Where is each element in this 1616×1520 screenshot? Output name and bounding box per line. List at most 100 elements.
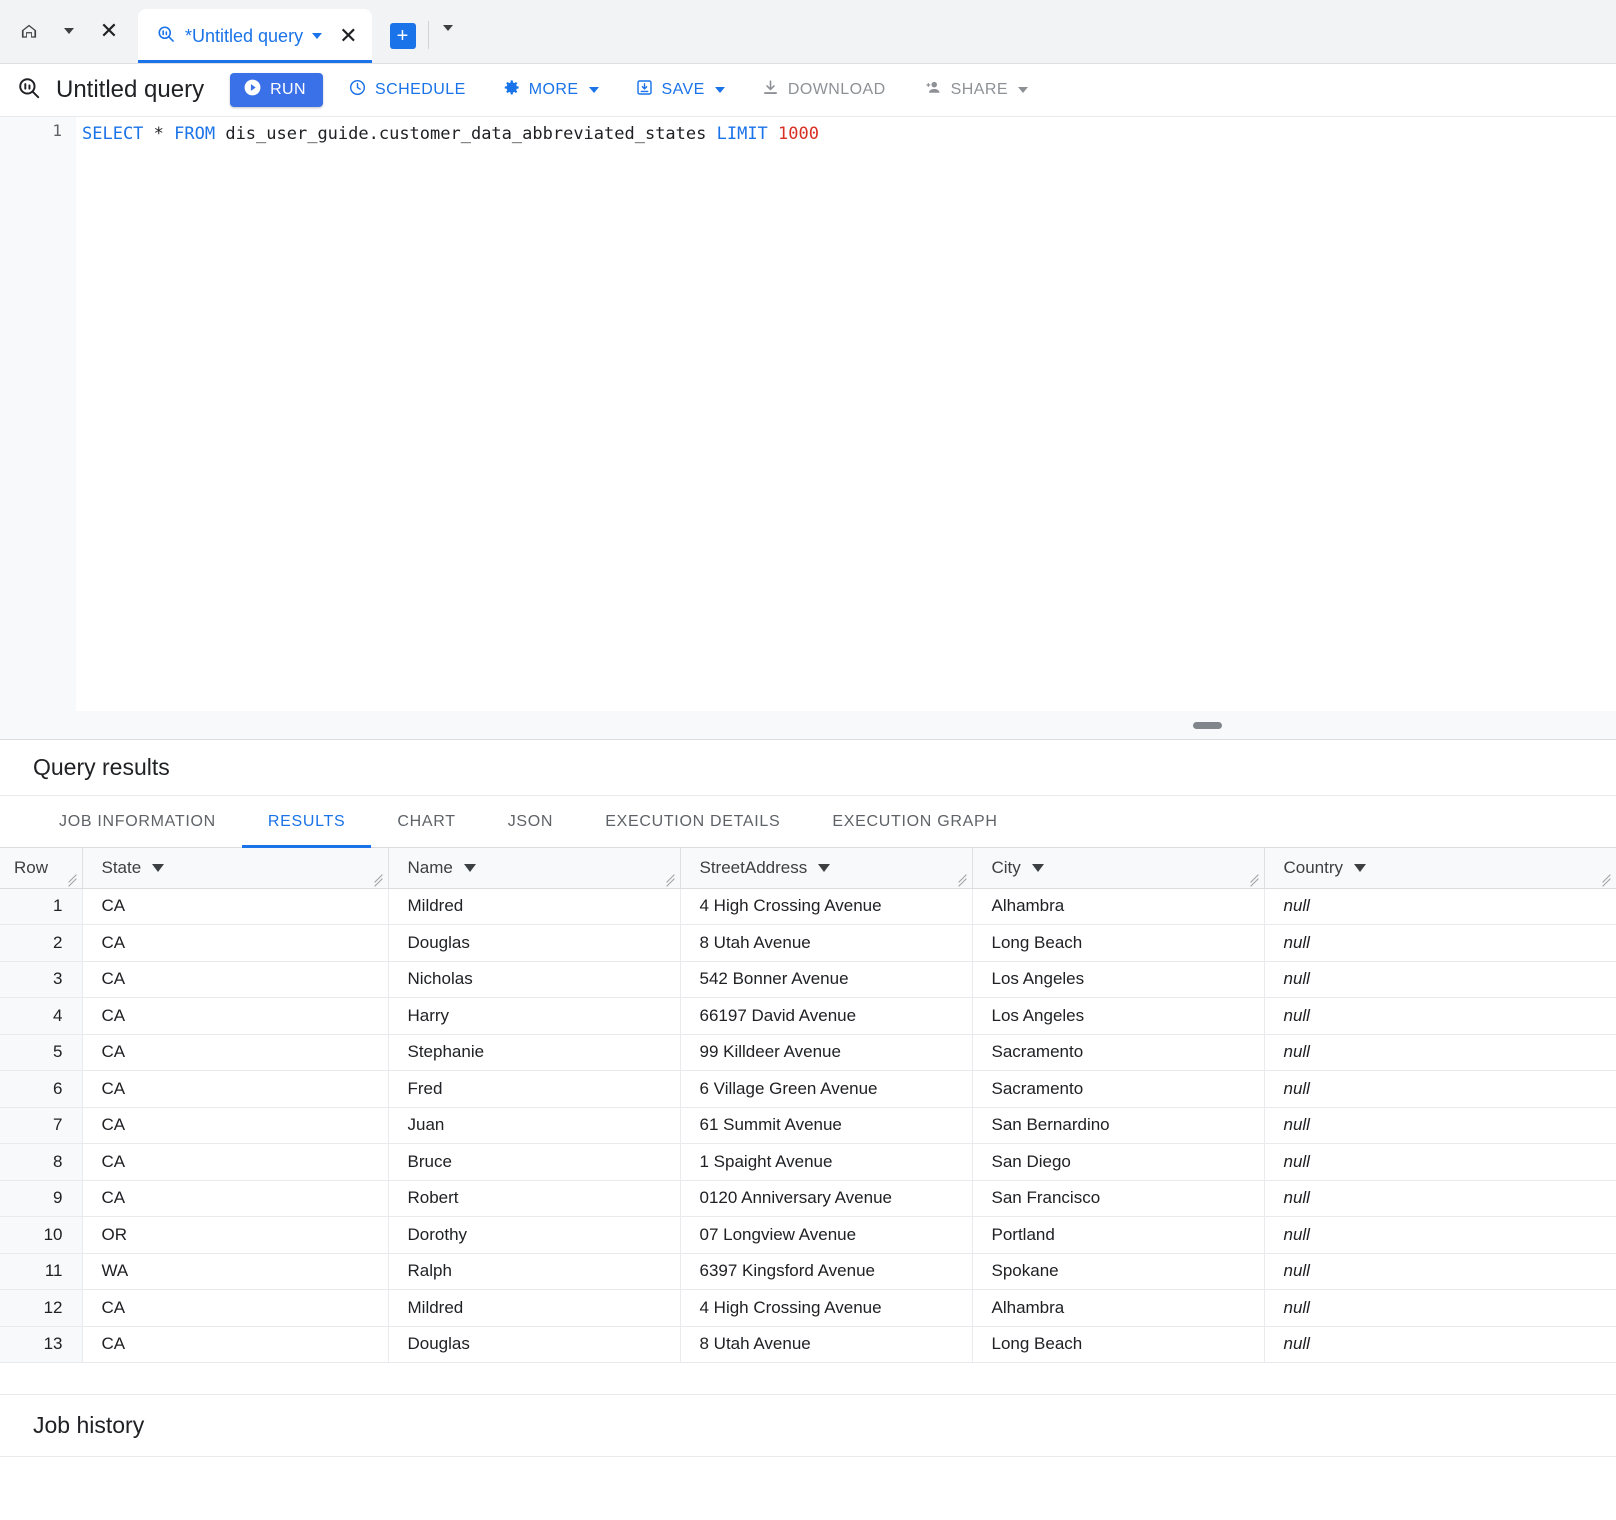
results-tab-json[interactable]: JSON [482,796,579,847]
column-header-name[interactable]: Name [388,848,680,888]
cell-name: Mildred [388,888,680,925]
cell-country: null [1264,998,1616,1035]
table-row[interactable]: 8CABruce1 Spaight AvenueSan Diegonull [0,1144,1616,1181]
browser-tab-strip: ✕ *Untitled query ✕ + [0,0,1616,64]
row-number-cell: 8 [0,1144,82,1181]
results-tab-results[interactable]: RESULTS [242,796,372,847]
save-caret-icon [715,87,725,93]
cell-name: Stephanie [388,1034,680,1071]
column-header-row-label: Row [14,858,48,877]
cell-state: CA [82,961,388,998]
results-table-body: 1CAMildred4 High Crossing AvenueAlhambra… [0,888,1616,1363]
run-button-label: RUN [270,81,306,99]
row-number-cell: 11 [0,1253,82,1290]
column-header-streetaddress[interactable]: StreetAddress [680,848,972,888]
column-menu-caret-icon-city[interactable] [1032,864,1044,872]
column-header-country[interactable]: Country [1264,848,1616,888]
splitter-grip-handle[interactable] [1193,722,1222,729]
cell-name: Dorothy [388,1217,680,1254]
cell-name: Douglas [388,1326,680,1363]
column-resizer-streetaddress[interactable] [957,874,970,887]
download-button[interactable]: DOWNLOAD [750,73,897,107]
cell-streetaddress: 8 Utah Avenue [680,925,972,962]
column-menu-caret-icon-country[interactable] [1354,864,1366,872]
cell-city: San Diego [972,1144,1264,1181]
table-row[interactable]: 10ORDorothy07 Longview AvenuePortlandnul… [0,1217,1616,1254]
cell-name: Robert [388,1180,680,1217]
cell-city: Sacramento [972,1034,1264,1071]
share-button-label: SHARE [951,81,1008,99]
home-tab-close-icon[interactable]: ✕ [94,16,124,46]
cell-streetaddress: 4 High Crossing Avenue [680,888,972,925]
table-row[interactable]: 5CAStephanie99 Killdeer AvenueSacramento… [0,1034,1616,1071]
column-menu-caret-icon-state[interactable] [152,864,164,872]
new-tab-button[interactable]: + [390,23,416,49]
more-button[interactable]: MORE [491,73,610,107]
column-resizer-row[interactable] [67,874,80,887]
column-header-state[interactable]: State [82,848,388,888]
query-tab-close-icon[interactable]: ✕ [339,25,357,47]
home-dropdown-caret-icon[interactable] [54,16,84,46]
line-number: 1 [52,121,62,140]
row-number-cell: 5 [0,1034,82,1071]
column-menu-caret-icon-streetaddress[interactable] [818,864,830,872]
play-icon [243,78,262,102]
column-header-city[interactable]: City [972,848,1264,888]
table-row[interactable]: 2CADouglas8 Utah AvenueLong Beachnull [0,925,1616,962]
clock-icon [348,78,367,102]
page-title[interactable]: Untitled query [56,76,204,104]
table-row[interactable]: 9CARobert0120 Anniversary AvenueSan Fran… [0,1180,1616,1217]
sql-code-area[interactable]: SELECT * FROM dis_user_guide.customer_da… [76,117,1616,711]
table-row[interactable]: 4CAHarry66197 David AvenueLos Angelesnul… [0,998,1616,1035]
results-tab-execution-details[interactable]: EXECUTION DETAILS [579,796,806,847]
table-row[interactable]: 3CANicholas542 Bonner AvenueLos Angelesn… [0,961,1616,998]
query-tab-caret-icon[interactable] [312,33,322,39]
cell-city: Los Angeles [972,998,1264,1035]
column-resizer-name[interactable] [665,874,678,887]
results-tab-chart[interactable]: CHART [371,796,481,847]
home-tab-group: ✕ [0,0,130,63]
column-header-city-label: City [992,858,1021,878]
table-row[interactable]: 12CAMildred4 High Crossing AvenueAlhambr… [0,1290,1616,1327]
sql-token-from: FROM [174,124,215,144]
results-table-head: Row State Name [0,848,1616,888]
column-resizer-country[interactable] [1601,874,1614,887]
column-menu-caret-icon-name[interactable] [464,864,476,872]
run-button[interactable]: RUN [230,73,323,107]
cell-country: null [1264,1180,1616,1217]
schedule-button[interactable]: SCHEDULE [337,73,477,107]
panel-splitter[interactable] [0,711,1616,740]
table-row[interactable]: 13CADouglas8 Utah AvenueLong Beachnull [0,1326,1616,1363]
table-row[interactable]: 1CAMildred4 High Crossing AvenueAlhambra… [0,888,1616,925]
query-tab-label: *Untitled query [185,26,303,47]
editor-line-gutter: 1 [0,117,76,711]
home-icon[interactable] [14,16,44,46]
query-editor-bigquery-icon [16,75,42,106]
save-button[interactable]: SAVE [624,73,736,107]
table-row[interactable]: 6CAFred6 Village Green AvenueSacramenton… [0,1071,1616,1108]
tabstrip-overflow-caret-icon[interactable] [443,31,453,49]
share-button[interactable]: SHARE [911,73,1039,107]
column-resizer-state[interactable] [373,874,386,887]
cell-streetaddress: 542 Bonner Avenue [680,961,972,998]
results-tab-job-information[interactable]: JOB INFORMATION [33,796,242,847]
table-row[interactable]: 11WARalph6397 Kingsford AvenueSpokanenul… [0,1253,1616,1290]
table-row[interactable]: 7CAJuan61 Summit AvenueSan Bernardinonul… [0,1107,1616,1144]
cell-name: Nicholas [388,961,680,998]
cell-country: null [1264,1253,1616,1290]
cell-name: Juan [388,1107,680,1144]
cell-city: Alhambra [972,888,1264,925]
cell-state: CA [82,1290,388,1327]
sql-editor[interactable]: 1 SELECT * FROM dis_user_guide.customer_… [0,117,1616,711]
cell-state: CA [82,888,388,925]
job-history-heading: Job history [0,1395,1616,1457]
cell-country: null [1264,961,1616,998]
cell-state: CA [82,1107,388,1144]
row-number-cell: 12 [0,1290,82,1327]
column-header-name-label: Name [408,858,453,878]
cell-city: Sacramento [972,1071,1264,1108]
column-header-row: Row [0,848,82,888]
query-tab[interactable]: *Untitled query ✕ [138,9,372,63]
column-resizer-city[interactable] [1249,874,1262,887]
results-tab-execution-graph[interactable]: EXECUTION GRAPH [806,796,1023,847]
